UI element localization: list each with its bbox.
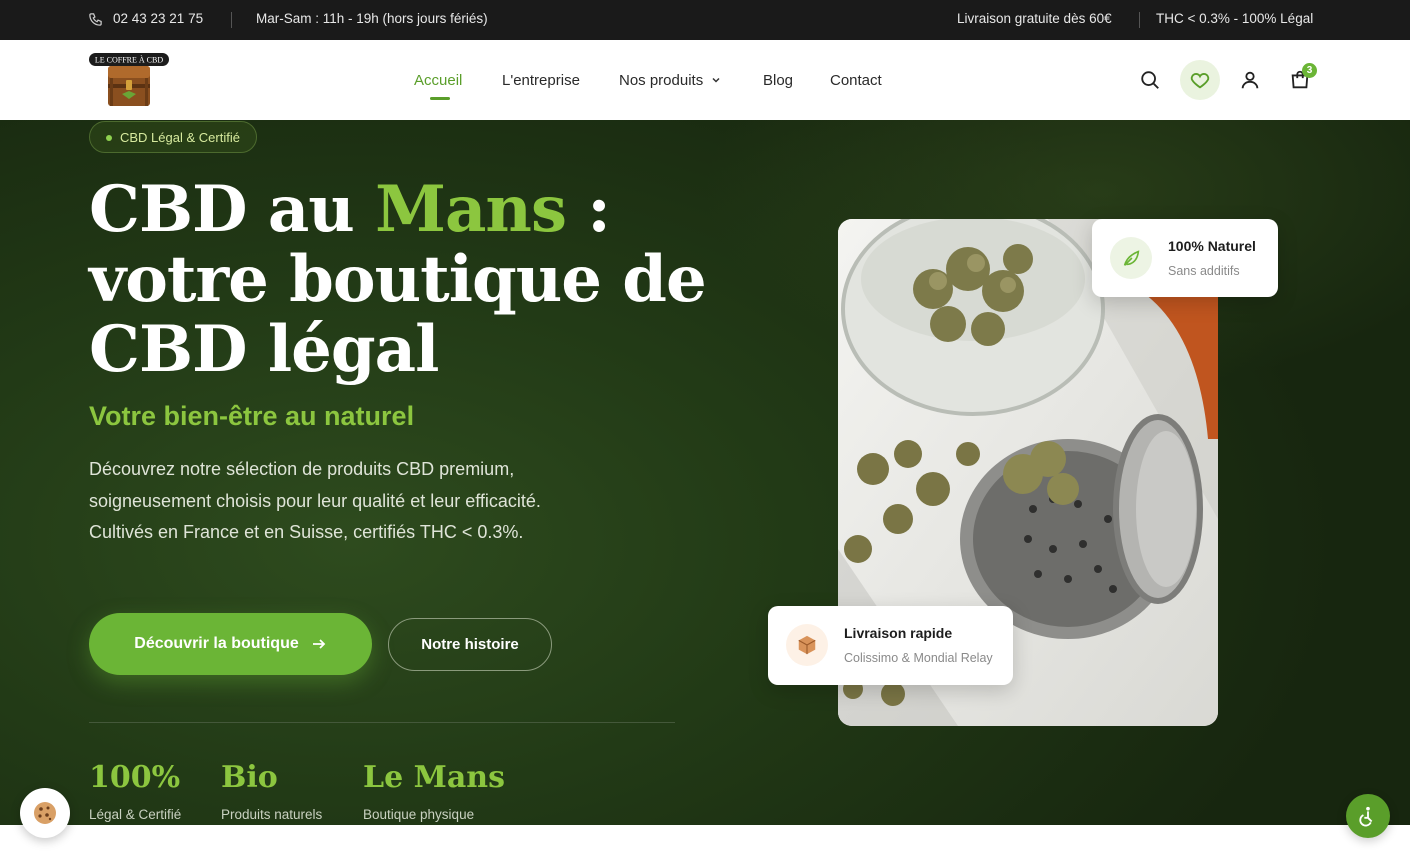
account-button[interactable] (1230, 60, 1270, 100)
hero-section: CBD Légal & Certifié CBD au Mans : votre… (0, 120, 1410, 825)
phone-icon (89, 13, 102, 26)
stat-label: Légal & Certifié (89, 807, 182, 822)
certified-badge: CBD Légal & Certifié (89, 121, 257, 153)
certified-badge-label: CBD Légal & Certifié (120, 130, 240, 145)
feature-subtitle: Sans additifs (1168, 264, 1240, 278)
user-icon (1241, 71, 1259, 89)
button-label: Notre histoire (421, 636, 519, 653)
hero-description: Découvrez notre sélection de produits CB… (89, 459, 541, 542)
cart-count-badge: 3 (1302, 63, 1317, 78)
feature-subtitle: Colissimo & Mondial Relay (844, 651, 993, 665)
search-button[interactable] (1130, 60, 1170, 100)
natural-feature-card: 100% Naturel Sans additifs (1092, 219, 1278, 297)
stats-divider (89, 722, 675, 723)
free-shipping-notice: Livraison gratuite dès 60€ (957, 11, 1112, 26)
accessibility-icon (1359, 806, 1373, 827)
feature-title: 100% Naturel (1168, 238, 1256, 254)
heart-icon (1190, 73, 1210, 89)
title-text: CBD au (89, 172, 376, 247)
dot-icon (106, 135, 112, 141)
svg-text:LE COFFRE À CBD: LE COFFRE À CBD (95, 55, 163, 65)
package-icon (786, 624, 828, 666)
title-accent: Mans (375, 172, 567, 247)
nav-item-label: Nos produits (619, 72, 704, 89)
cookie-settings-button[interactable] (20, 788, 70, 838)
our-story-button[interactable]: Notre histoire (388, 618, 552, 671)
nav-item-blog[interactable]: Blog (763, 72, 793, 89)
divider (1139, 12, 1140, 28)
nav-item-contact[interactable]: Contact (830, 72, 882, 89)
title-text: votre boutique de (89, 242, 707, 317)
stat-value: Bio (221, 760, 278, 795)
stat-label: Boutique physique (363, 807, 475, 822)
hero-subtitle: Votre bien-être au naturel (89, 401, 415, 431)
top-bar: 02 43 23 21 75 Mar-Sam : 11h - 19h (hors… (0, 0, 1410, 40)
stat-label: Produits naturels (221, 807, 323, 822)
hero-title: CBD au Mans : votre boutique de CBD léga… (89, 172, 707, 387)
leaf-icon (1110, 237, 1152, 279)
button-label: Découvrir la boutique (134, 635, 299, 652)
title-text: : (565, 172, 611, 247)
stat-value: Le Mans (363, 760, 505, 795)
legal-notice: THC < 0.3% - 100% Légal (1156, 11, 1314, 26)
accessibility-button[interactable] (1346, 794, 1390, 838)
title-text: CBD légal (89, 312, 439, 387)
nav-item-accueil[interactable]: Accueil (414, 72, 462, 89)
arrow-right-icon (312, 639, 326, 649)
divider (231, 12, 232, 28)
chevron-down-icon (712, 77, 720, 83)
cookie-icon (34, 802, 56, 824)
wishlist-button[interactable] (1180, 60, 1220, 100)
nav-item-entreprise[interactable]: L'entreprise (502, 72, 580, 89)
phone-number[interactable]: 02 43 23 21 75 (113, 11, 203, 26)
discover-shop-button[interactable]: Découvrir la boutique (89, 613, 372, 675)
feature-title: Livraison rapide (844, 625, 953, 641)
active-indicator (430, 97, 450, 100)
nav-item-produits[interactable]: Nos produits (619, 72, 721, 89)
logo[interactable]: LE COFFRE À CBD (88, 50, 170, 110)
search-icon (1141, 71, 1159, 89)
delivery-feature-card: Livraison rapide Colissimo & Mondial Rel… (768, 606, 1013, 685)
stat-value: 100% (89, 760, 181, 795)
opening-hours: Mar-Sam : 11h - 19h (hors jours fériés) (256, 11, 488, 26)
